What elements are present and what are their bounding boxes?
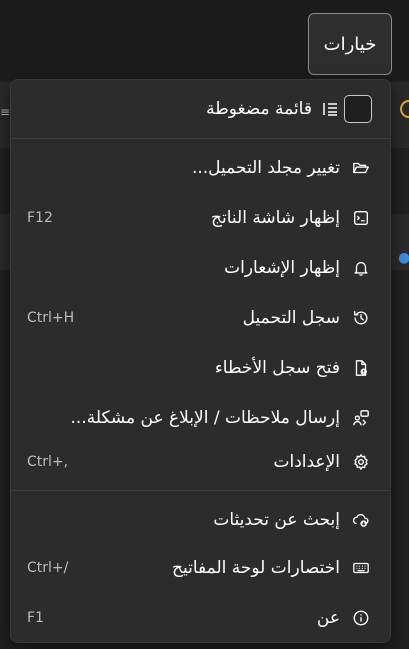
- menu-item-error-log[interactable]: فتح سجل الأخطاء: [15, 346, 386, 390]
- list-icon: ≡: [0, 105, 11, 119]
- error-document-icon: [350, 357, 372, 379]
- feedback-icon: [350, 407, 372, 429]
- menu-item-output-screen[interactable]: إظهار شاشة الناتج F12: [15, 196, 386, 240]
- info-icon: [350, 607, 372, 629]
- menu-item-label: إظهار شاشة الناتج: [211, 208, 340, 228]
- compact-list-icon: [320, 99, 340, 119]
- menu-divider: [11, 138, 390, 139]
- menu-item-label: إرسال ملاحظات / الإبلاغ عن مشكلة...: [70, 408, 340, 428]
- bell-icon: [350, 257, 372, 279]
- menu-item-feedback[interactable]: إرسال ملاحظات / الإبلاغ عن مشكلة...: [15, 396, 386, 440]
- options-button[interactable]: خيارات: [308, 13, 392, 75]
- menu-item-shortcut: Ctrl+H: [27, 310, 75, 326]
- menu-item-compact[interactable]: قائمة مضغوطة: [15, 87, 386, 131]
- options-menu: قائمة مضغوطة تغيير مجلد التحميل... إظهار…: [10, 79, 391, 643]
- menu-item-check-updates[interactable]: إبحث عن تحديثات: [15, 498, 386, 542]
- menu-item-about[interactable]: عن F1: [15, 596, 386, 640]
- menu-item-shortcut: F12: [27, 210, 53, 226]
- compact-checkbox[interactable]: [344, 95, 372, 123]
- gear-icon: [350, 451, 372, 473]
- cloud-download-icon: [350, 509, 372, 531]
- menu-item-settings[interactable]: الإعدادات Ctrl+,: [15, 440, 386, 484]
- menu-item-shortcut: Ctrl+/: [27, 560, 69, 576]
- menu-item-label: فتح سجل الأخطاء: [214, 358, 340, 378]
- menu-item-change-folder[interactable]: تغيير مجلد التحميل...: [15, 146, 386, 190]
- menu-item-label: اختصارات لوحة المفاتيح: [172, 558, 340, 578]
- menu-item-label: عن: [316, 608, 340, 628]
- keyboard-icon: [350, 557, 372, 579]
- menu-item-label: إظهار الإشعارات: [224, 258, 340, 278]
- menu-item-shortcut: F1: [27, 610, 44, 626]
- options-button-label: خيارات: [323, 33, 377, 55]
- menu-item-label: سجل التحميل: [242, 308, 340, 328]
- menu-divider: [11, 490, 390, 491]
- menu-item-label: قائمة مضغوطة: [206, 99, 312, 119]
- menu-item-label: الإعدادات: [273, 452, 340, 472]
- menu-item-label: تغيير مجلد التحميل...: [191, 158, 340, 178]
- terminal-window-icon: [350, 207, 372, 229]
- globe-icon: ●: [398, 250, 409, 266]
- status-icon: [400, 100, 409, 122]
- menu-item-shortcut: Ctrl+,: [27, 454, 69, 470]
- menu-item-keyboard-shortcuts[interactable]: اختصارات لوحة المفاتيح Ctrl+/: [15, 546, 386, 590]
- folder-open-icon: [350, 157, 372, 179]
- history-clock-icon: [350, 307, 372, 329]
- menu-item-label: إبحث عن تحديثات: [213, 510, 340, 530]
- menu-item-download-log[interactable]: سجل التحميل Ctrl+H: [15, 296, 386, 340]
- menu-item-notifications[interactable]: إظهار الإشعارات: [15, 246, 386, 290]
